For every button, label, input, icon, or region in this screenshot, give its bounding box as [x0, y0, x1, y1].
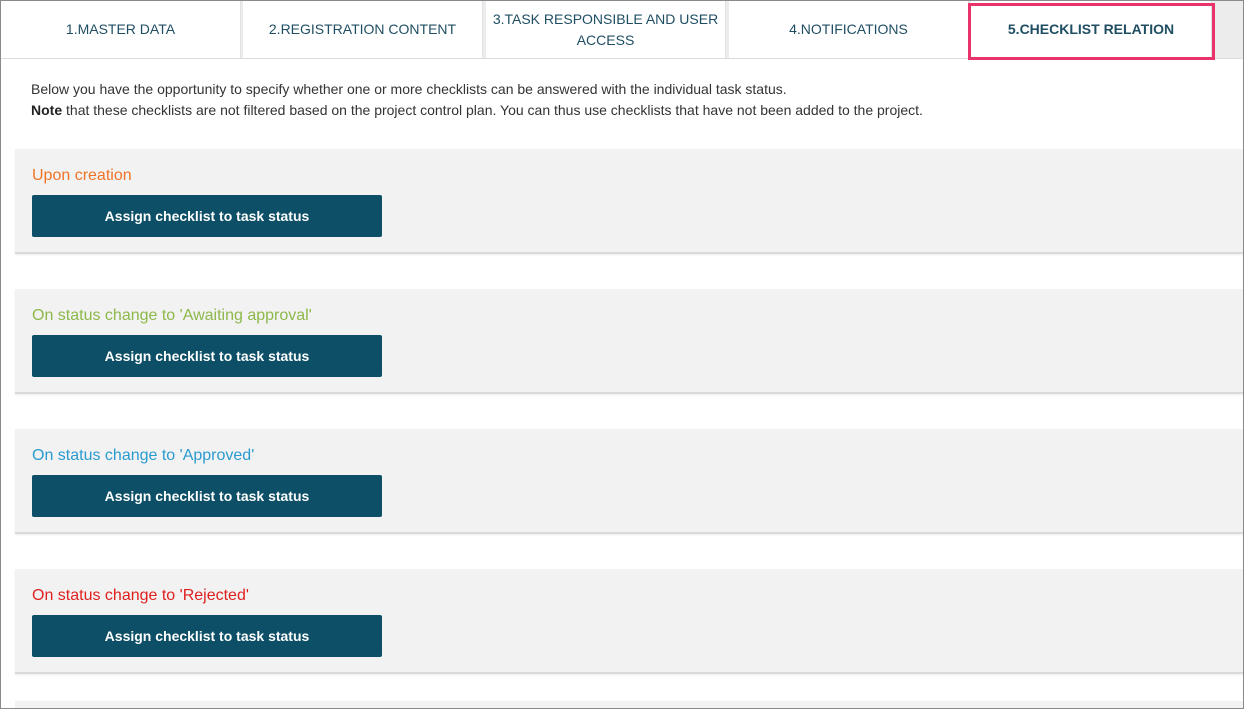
section-title: Upon creation	[32, 167, 132, 184]
tab-label-line-1: 3.TASK RESPONSIBLE AND USER	[492, 10, 719, 27]
section-awaiting-approval: On status change to 'Awaiting approval' …	[15, 289, 1243, 394]
section-rejected: On status change to 'Rejected' Assign ch…	[15, 569, 1243, 674]
tab-master-data[interactable]: 1.MASTER DATA	[1, 1, 241, 58]
note-label: Note	[31, 102, 63, 118]
assign-checklist-button[interactable]: Assign checklist to task status	[32, 615, 382, 657]
assign-checklist-button[interactable]: Assign checklist to task status	[32, 335, 382, 377]
tab-notifications[interactable]: 4.NOTIFICATIONS	[729, 1, 969, 58]
intro-line-2: Note that these checklists are not filte…	[31, 100, 1211, 121]
assign-checklist-button[interactable]: Assign checklist to task status	[32, 475, 382, 517]
section-title: On status change to 'Awaiting approval'	[32, 307, 312, 324]
note-text: that these checklists are not filtered b…	[62, 102, 923, 118]
section-approved: On status change to 'Approved' Assign ch…	[15, 429, 1243, 534]
page-frame: 1.MASTER DATA 2.REGISTRATION CONTENT 3.T…	[0, 0, 1244, 709]
section-title: On status change to 'Approved'	[32, 447, 255, 464]
intro-text: Below you have the opportunity to specif…	[31, 79, 1211, 121]
section-next-partial	[15, 701, 1243, 708]
intro-line-1: Below you have the opportunity to specif…	[31, 81, 787, 97]
section-title: On status change to 'Rejected'	[32, 587, 249, 604]
section-upon-creation: Upon creation Assign checklist to task s…	[15, 149, 1243, 254]
assign-checklist-button[interactable]: Assign checklist to task status	[32, 195, 382, 237]
tab-registration-content[interactable]: 2.REGISTRATION CONTENT	[243, 1, 483, 58]
tab-label: 2.REGISTRATION CONTENT	[268, 21, 457, 37]
tab-bar: 1.MASTER DATA 2.REGISTRATION CONTENT 3.T…	[1, 1, 1243, 59]
tab-label: 5.CHECKLIST RELATION	[1007, 21, 1175, 37]
tab-label: 1.MASTER DATA	[65, 21, 176, 37]
tab-label: 4.NOTIFICATIONS	[789, 21, 908, 37]
tab-checklist-relation[interactable]: 5.CHECKLIST RELATION	[971, 1, 1212, 58]
tab-task-responsible-user-access[interactable]: 3.TASK RESPONSIBLE AND USER ACCESS	[486, 1, 726, 58]
tab-label-line-2: ACCESS	[576, 31, 635, 48]
